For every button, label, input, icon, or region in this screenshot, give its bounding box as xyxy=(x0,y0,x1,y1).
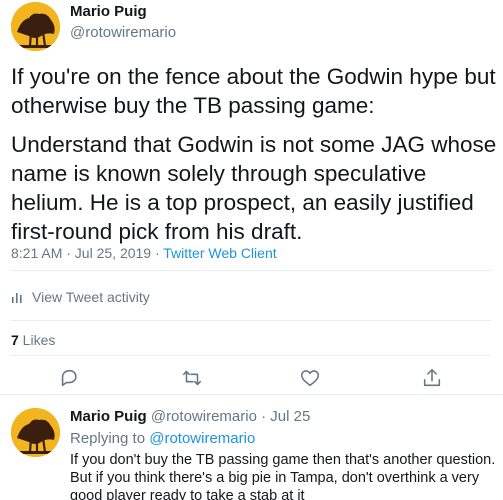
reply-author-name[interactable]: Mario Puig xyxy=(70,408,147,425)
heart-icon xyxy=(300,370,320,387)
avatar[interactable] xyxy=(11,408,60,457)
retweet-icon xyxy=(182,370,202,386)
main-tweet: Mario Puig @rotowiremario If you're on t… xyxy=(0,0,503,395)
replying-prefix: Replying to xyxy=(70,430,150,447)
share-icon xyxy=(423,368,441,387)
view-activity-label: View Tweet activity xyxy=(32,289,150,305)
reply-meta[interactable]: @rotowiremario · Jul 25 xyxy=(147,408,310,425)
avatar-image xyxy=(11,408,60,457)
divider xyxy=(11,355,491,356)
divider xyxy=(11,320,491,321)
retweet-button[interactable] xyxy=(181,367,203,389)
bar-chart-icon xyxy=(12,293,22,303)
like-button[interactable] xyxy=(299,367,321,389)
tweet-actions xyxy=(0,367,503,393)
replying-to: Replying to @rotowiremario xyxy=(70,430,255,447)
view-activity-link[interactable]: View Tweet activity xyxy=(11,289,150,305)
tweet-text-paragraph-2: Understand that Godwin is not some JAG w… xyxy=(11,132,497,244)
reply-icon xyxy=(61,369,77,387)
tweet-timestamp[interactable]: 8:21 AM · Jul 25, 2019 · xyxy=(11,245,163,261)
avatar[interactable] xyxy=(11,2,60,51)
likes-count: 7 xyxy=(11,332,19,348)
replying-to-link[interactable]: @rotowiremario xyxy=(149,430,255,447)
author-handle[interactable]: @rotowiremario xyxy=(70,24,176,41)
share-button[interactable] xyxy=(421,367,443,389)
likes-link[interactable]: 7 Likes xyxy=(11,332,55,348)
divider xyxy=(11,270,491,271)
reply-tweet[interactable]: Mario Puig @rotowiremario · Jul 25 Reply… xyxy=(0,396,503,500)
tweet-meta: 8:21 AM · Jul 25, 2019 · Twitter Web Cli… xyxy=(11,245,277,261)
author-name[interactable]: Mario Puig xyxy=(70,3,147,20)
likes-label: Likes xyxy=(18,332,56,348)
tweet-client-link[interactable]: Twitter Web Client xyxy=(163,245,276,261)
reply-button[interactable] xyxy=(58,367,80,389)
tweet-text-paragraph-1: If you're on the fence about the Godwin … xyxy=(11,64,496,118)
avatar-image xyxy=(11,2,60,51)
reply-text: If you don't buy the TB passing game the… xyxy=(70,452,496,500)
reply-header: Mario Puig @rotowiremario · Jul 25 xyxy=(70,408,310,425)
